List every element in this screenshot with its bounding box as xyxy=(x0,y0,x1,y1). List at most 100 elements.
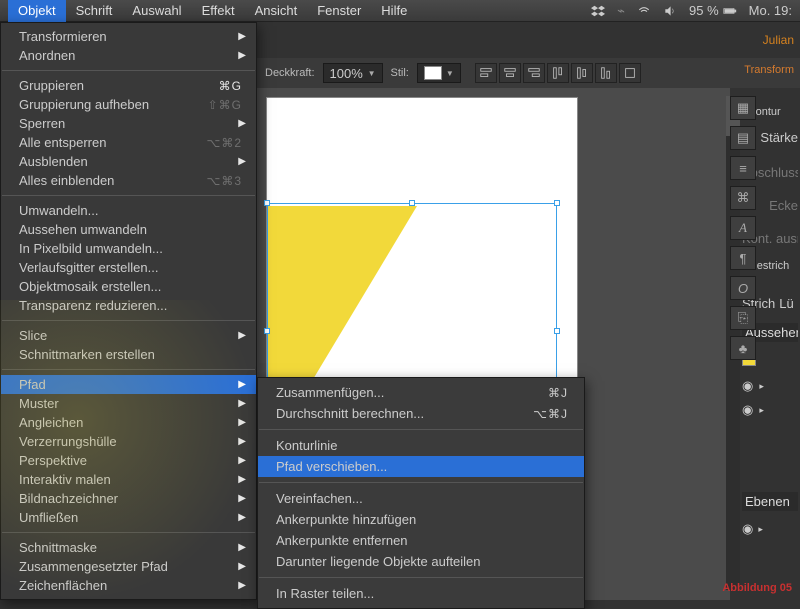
objekt-menu-item-25[interactable]: Interaktiv malen▶ xyxy=(1,470,256,489)
pfad-submenu-item-11[interactable]: In Raster teilen... xyxy=(258,583,584,604)
objekt-menu-item-10[interactable]: Umwandeln... xyxy=(1,201,256,220)
menu-bar: Objekt Schrift Auswahl Effekt Ansicht Fe… xyxy=(0,0,800,22)
handle-tc[interactable] xyxy=(409,200,415,206)
objekt-menu-item-17[interactable]: Slice▶ xyxy=(1,326,256,345)
objekt-menu-item-12[interactable]: In Pixelbild umwandeln... xyxy=(1,239,256,258)
objekt-menu-item-13[interactable]: Verlaufsgitter erstellen... xyxy=(1,258,256,277)
menu-auswahl[interactable]: Auswahl xyxy=(122,0,191,22)
align-btn-5[interactable] xyxy=(571,63,593,83)
chevron-right-icon: ▶ xyxy=(238,31,246,42)
align-btn-6[interactable] xyxy=(595,63,617,83)
pfad-submenu-item-4[interactable]: Pfad verschieben... xyxy=(258,456,584,477)
pfad-submenu-item-1[interactable]: Durchschnitt berechnen...⌥⌘J xyxy=(258,403,584,424)
opacity-field[interactable]: 100%▼ xyxy=(323,63,383,83)
visibility-icon-2[interactable]: ◉ xyxy=(742,402,753,418)
objekt-menu-item-0[interactable]: Transformieren▶ xyxy=(1,27,256,46)
chevron-right-icon: ▶ xyxy=(238,512,246,523)
shortcut-label: ⌥⌘3 xyxy=(206,174,242,188)
battery-status[interactable]: 95 % xyxy=(689,3,737,18)
style-swatch[interactable]: ▼ xyxy=(417,63,461,83)
shortcut-label: ⌘J xyxy=(548,386,568,400)
objekt-menu-item-1[interactable]: Anordnen▶ xyxy=(1,46,256,65)
pfad-submenu-item-7[interactable]: Ankerpunkte hinzufügen xyxy=(258,509,584,530)
style-label: Stil: xyxy=(391,67,409,79)
align-btn-4[interactable] xyxy=(547,63,569,83)
menu-schrift[interactable]: Schrift xyxy=(66,0,123,22)
pfad-submenu-item-9[interactable]: Darunter liegende Objekte aufteilen xyxy=(258,551,584,572)
handle-ml[interactable] xyxy=(264,328,270,334)
chevron-right-icon: ▶ xyxy=(238,455,246,466)
handle-tr[interactable] xyxy=(554,200,560,206)
label-lu: Lü xyxy=(779,296,793,311)
chevron-right-icon: ▶ xyxy=(238,156,246,167)
objekt-menu-item-30[interactable]: Zusammengesetzter Pfad▶ xyxy=(1,557,256,576)
pfad-submenu-item-8[interactable]: Ankerpunkte entfernen xyxy=(258,530,584,551)
objekt-menu-item-5[interactable]: Sperren▶ xyxy=(1,114,256,133)
menu-ansicht[interactable]: Ansicht xyxy=(245,0,308,22)
panel-icon-brushes[interactable]: ≡ xyxy=(730,156,756,180)
align-group xyxy=(475,63,641,83)
transform-tab[interactable]: Transform xyxy=(738,60,800,80)
shortcut-label: ⇧⌘G xyxy=(208,98,242,112)
objekt-menu-item-15[interactable]: Transparenz reduzieren... xyxy=(1,296,256,315)
objekt-menu-item-3[interactable]: Gruppieren⌘G xyxy=(1,76,256,95)
align-btn-3[interactable] xyxy=(523,63,545,83)
visibility-icon[interactable]: ◉ xyxy=(742,378,753,394)
chevron-right-icon: ▶ xyxy=(238,580,246,591)
volume-icon[interactable] xyxy=(663,4,677,18)
handle-mr[interactable] xyxy=(554,328,560,334)
objekt-menu-item-29[interactable]: Schnittmaske▶ xyxy=(1,538,256,557)
objekt-menu-item-24[interactable]: Perspektive▶ xyxy=(1,451,256,470)
handle-tl[interactable] xyxy=(264,200,270,206)
dropbox-icon[interactable] xyxy=(591,4,605,18)
panel-icon-grid[interactable]: ▦ xyxy=(730,96,756,120)
transform-btn[interactable] xyxy=(619,63,641,83)
objekt-menu-item-26[interactable]: Bildnachzeichner▶ xyxy=(1,489,256,508)
pfad-submenu-item-0[interactable]: Zusammenfügen...⌘J xyxy=(258,382,584,403)
panel-icon-type[interactable]: A xyxy=(730,216,756,240)
chevron-right-icon: ▶ xyxy=(238,330,246,341)
panel-icon-links[interactable]: ⎘ xyxy=(730,306,756,330)
objekt-menu-item-20[interactable]: Pfad▶ xyxy=(1,375,256,394)
align-btn-2[interactable] xyxy=(499,63,521,83)
objekt-menu-item-31[interactable]: Zeichenflächen▶ xyxy=(1,576,256,595)
pfad-submenu: Zusammenfügen...⌘JDurchschnitt berechnen… xyxy=(257,377,585,609)
clock[interactable]: Mo. 19: xyxy=(749,3,792,18)
objekt-menu-item-22[interactable]: Angleichen▶ xyxy=(1,413,256,432)
objekt-menu-item-27[interactable]: Umfließen▶ xyxy=(1,508,256,527)
chevron-right-icon: ▶ xyxy=(238,542,246,553)
shortcut-label: ⌥⌘J xyxy=(533,407,568,421)
chevron-right-icon: ▶ xyxy=(238,379,246,390)
bluetooth-icon[interactable]: ⌁ xyxy=(617,3,625,19)
align-btn-1[interactable] xyxy=(475,63,497,83)
panel-icon-opentype[interactable]: O xyxy=(730,276,756,300)
wifi-icon[interactable] xyxy=(637,4,651,18)
objekt-menu-item-7[interactable]: Ausblenden▶ xyxy=(1,152,256,171)
opacity-label: Deckkraft: xyxy=(265,67,315,79)
chevron-right-icon: ▶ xyxy=(238,50,246,61)
panel-icon-actions[interactable]: ♣ xyxy=(730,336,756,360)
pfad-submenu-item-6[interactable]: Vereinfachen... xyxy=(258,488,584,509)
chevron-right-icon: ▶ xyxy=(238,474,246,485)
menu-objekt[interactable]: Objekt xyxy=(8,0,66,22)
user-label: Julian xyxy=(763,33,794,47)
objekt-menu-item-23[interactable]: Verzerrungshülle▶ xyxy=(1,432,256,451)
panel-dock: ▦ ▤ ≡ ⌘ A ¶ O ⎘ ♣ xyxy=(730,96,756,360)
menu-hilfe[interactable]: Hilfe xyxy=(371,0,417,22)
layer-visibility-icon[interactable]: ◉ xyxy=(742,521,753,537)
panel-icon-paragraph[interactable]: ¶ xyxy=(730,246,756,270)
objekt-menu-item-21[interactable]: Muster▶ xyxy=(1,394,256,413)
objekt-menu-item-18[interactable]: Schnittmarken erstellen xyxy=(1,345,256,364)
menu-fenster[interactable]: Fenster xyxy=(307,0,371,22)
panel-icon-symbols[interactable]: ⌘ xyxy=(730,186,756,210)
shortcut-label: ⌥⌘2 xyxy=(206,136,242,150)
pfad-submenu-item-3[interactable]: Konturlinie xyxy=(258,435,584,456)
objekt-menu: Transformieren▶Anordnen▶Gruppieren⌘GGrup… xyxy=(0,22,257,600)
panel-ebenen[interactable]: Ebenen xyxy=(742,492,798,511)
options-bar: Deckkraft: 100%▼ Stil: ▼ xyxy=(257,58,800,88)
panel-icon-swatches[interactable]: ▤ xyxy=(730,126,756,150)
objekt-menu-item-8: Alles einblenden⌥⌘3 xyxy=(1,171,256,190)
chevron-right-icon: ▶ xyxy=(238,118,246,129)
shortcut-label: ⌘G xyxy=(219,79,242,93)
menu-effekt[interactable]: Effekt xyxy=(192,0,245,22)
